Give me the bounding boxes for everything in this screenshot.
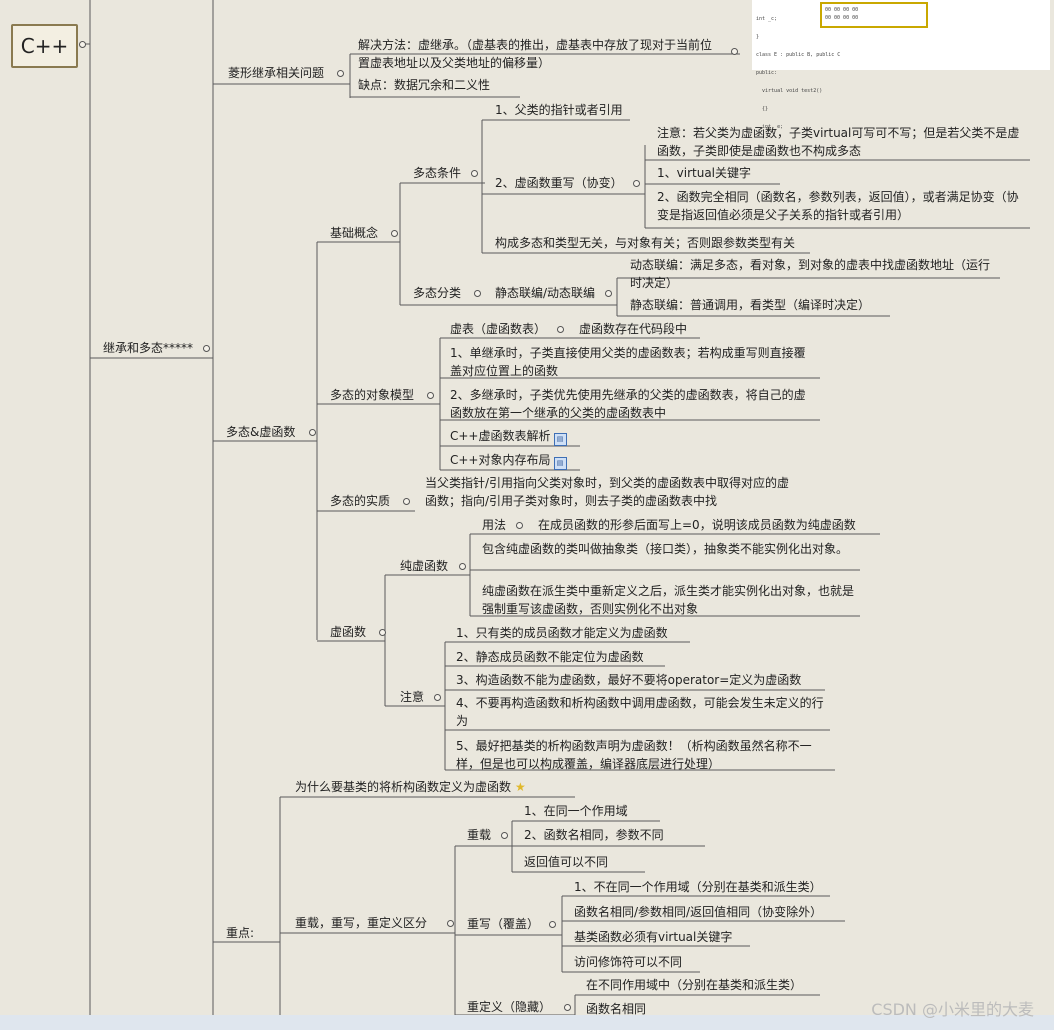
node-note-2[interactable]: 2、静态成员函数不能定位为虚函数 [456,648,644,666]
node-compare-overload-override[interactable]: 重载，重写，重定义区分 [295,914,427,932]
node-overload[interactable]: 重载 [467,826,491,844]
mind-map-canvas: int _c; } class E : public B, public C p… [0,0,1054,1030]
node-virtual-inheritance[interactable]: 解决方法：虚继承。（虚基表的推出，虚基表中存放了现对于当前位置虚表地址以及父类地… [358,36,723,72]
node-diamond-inheritance[interactable]: 菱形继承相关问题 [228,64,324,82]
node-single-inheritance[interactable]: 1、单继承时，子类直接使用父类的虚函数表；若构成重写则直接覆盖对应位置上的函数 [450,344,815,380]
memory-row: 00 00 00 00 [825,7,859,13]
node-object-model[interactable]: 多态的对象模型 [330,386,414,404]
code-line: public: [756,70,778,76]
node-overload-params[interactable]: 2、函数名相同，参数不同 [524,826,664,844]
link-file-icon: ▤ [553,433,567,446]
node-static-binding[interactable]: 静态联编：普通调用，看类型（编译时决定） [630,296,870,314]
node-note-5[interactable]: 5、最好把基类的析构函数声明为虚函数！（析构函数虽然名称不一样，但是也可以构成覆… [456,737,826,773]
node-virtual-function[interactable]: 虚函数 [330,623,366,641]
node-multi-inheritance[interactable]: 2、多继承时，子类优先使用先继承的父类的虚函数表，将自己的虚函数放在第一个继承的… [450,386,815,422]
collapse-toggle[interactable] [501,832,508,839]
collapse-toggle[interactable] [203,345,210,352]
node-override-access[interactable]: 访问修饰符可以不同 [574,953,682,971]
node-redefine-scope[interactable]: 在不同作用域中（分别在基类和派生类） [586,976,802,994]
node-poly-essence[interactable]: 多态的实质 [330,492,390,510]
code-line: {} [756,106,769,112]
node-condition-override[interactable]: 2、虚函数重写（协变） [495,174,623,192]
collapse-toggle[interactable] [564,1004,571,1011]
code-line: virtual void test2() [756,88,823,94]
collapse-toggle[interactable] [427,392,434,399]
code-screenshot-thumbnail: int _c; } class E : public B, public C p… [752,0,1050,130]
collapse-toggle[interactable] [434,694,441,701]
collapse-toggle[interactable] [474,290,481,297]
node-override-signature[interactable]: 函数名相同/参数相同/返回值相同（协变除外） [574,903,822,921]
memory-row: 00 00 00 00 [825,15,859,21]
node-redefine[interactable]: 重定义（隐藏） [467,998,551,1016]
node-static-dynamic-binding[interactable]: 静态联编/动态联编 [495,284,595,302]
code-line: class E : public B, public C [756,52,841,58]
collapse-toggle[interactable] [731,48,738,55]
code-line: } [756,34,760,40]
collapse-toggle[interactable] [549,921,556,928]
node-same-signature[interactable]: 2、函数完全相同（函数名，参数列表，返回值），或者满足协变（协变是指返回值必须是… [657,188,1027,224]
collapse-toggle[interactable] [516,522,523,529]
root-node[interactable]: C++ [11,24,78,68]
node-object-not-type[interactable]: 构成多态和类型无关，与对象有关；否则跟参数类型有关 [495,234,795,252]
node-virtual-keyword[interactable]: 1、virtual关键字 [657,164,751,182]
memory-view-box: 00 00 00 00 00 00 00 00 [820,2,928,28]
collapse-toggle[interactable] [309,429,316,436]
node-essence-text[interactable]: 当父类指针/引用指向父类对象时，到父类的虚函数表中取得对应的虚函数；指向/引用子… [425,474,800,510]
collapse-toggle[interactable] [391,230,398,237]
node-memory-layout-link[interactable]: C++对象内存布局 ▤ [450,451,567,470]
watermark: CSDN @小米里的大麦 [871,1000,1034,1019]
collapse-toggle[interactable] [471,170,478,177]
collapse-toggle[interactable] [605,290,612,297]
node-override-scope[interactable]: 1、不在同一个作用域（分别在基类和派生类） [574,878,822,896]
node-overload-scope[interactable]: 1、在同一个作用域 [524,802,628,820]
node-redundancy-drawback[interactable]: 缺点：数据冗余和二义性 [358,76,490,94]
node-note-3[interactable]: 3、构造函数不能为虚函数，最好不要将operator=定义为虚函数 [456,671,801,689]
link-label: C++虚函数表解析 [450,429,551,443]
node-pure-override[interactable]: 纯虚函数在派生类中重新定义之后，派生类才能实例化出对象，也就是强制重写该虚函数，… [482,582,854,618]
node-poly-classification[interactable]: 多态分类 [413,284,461,302]
link-file-icon: ▤ [553,457,567,470]
node-basic-concepts[interactable]: 基础概念 [330,224,378,242]
node-inheritance-polymorphism[interactable]: 继承和多态***** [103,339,193,357]
star-icon: ★ [515,780,526,794]
node-override-virtual[interactable]: 基类函数必须有virtual关键字 [574,928,732,946]
node-key-points[interactable]: 重点: [226,924,254,942]
node-poly-conditions[interactable]: 多态条件 [413,164,461,182]
node-note-1[interactable]: 1、只有类的成员函数才能定义为虚函数 [456,624,668,642]
collapse-toggle[interactable] [379,629,386,636]
collapse-toggle[interactable] [79,41,86,48]
root-label: C++ [20,34,69,58]
node-abstract-class[interactable]: 包含纯虚函数的类叫做抽象类（接口类），抽象类不能实例化出对象。 [482,540,854,558]
node-dynamic-binding[interactable]: 动态联编：满足多态，看对象，到对象的虚表中找虚函数地址（运行时决定） [630,256,995,292]
collapse-toggle[interactable] [337,70,344,77]
collapse-toggle[interactable] [403,498,410,505]
collapse-toggle[interactable] [557,326,564,333]
node-why-virtual-destructor[interactable]: 为什么要基类的将析构函数定义为虚函数 ★ [295,778,526,796]
node-pure-usage-text[interactable]: 在成员函数的形参后面写上=0，说明该成员函数为纯虚函数 [538,516,856,534]
node-label: 为什么要基类的将析构函数定义为虚函数 [295,780,512,794]
node-condition-pointer[interactable]: 1、父类的指针或者引用 [495,101,623,119]
node-vtable-location[interactable]: 虚函数存在代码段中 [579,320,687,338]
node-overload-return[interactable]: 返回值可以不同 [524,853,608,871]
node-pure-virtual[interactable]: 纯虚函数 [400,557,448,575]
node-pure-usage[interactable]: 用法 [482,516,506,534]
node-virtual-notes[interactable]: 注意 [400,688,424,706]
collapse-toggle[interactable] [633,180,640,187]
node-note-4[interactable]: 4、不要再构造函数和析构函数中调用虚函数，可能会发生未定义的行为 [456,694,824,730]
collapse-toggle[interactable] [459,563,466,570]
node-vtable-analysis-link[interactable]: C++虚函数表解析 ▤ [450,427,567,446]
node-override[interactable]: 重写（覆盖） [467,915,539,933]
collapse-toggle[interactable] [447,920,454,927]
node-vtable[interactable]: 虚表（虚函数表） [450,320,546,338]
node-polymorphism-virtual[interactable]: 多态&虚函数 [226,423,295,441]
node-condition-note[interactable]: 注意：若父类为虚函数，子类virtual可写可不写；但是若父类不是虚函数，子类即… [657,124,1027,160]
link-label: C++对象内存布局 [450,453,551,467]
